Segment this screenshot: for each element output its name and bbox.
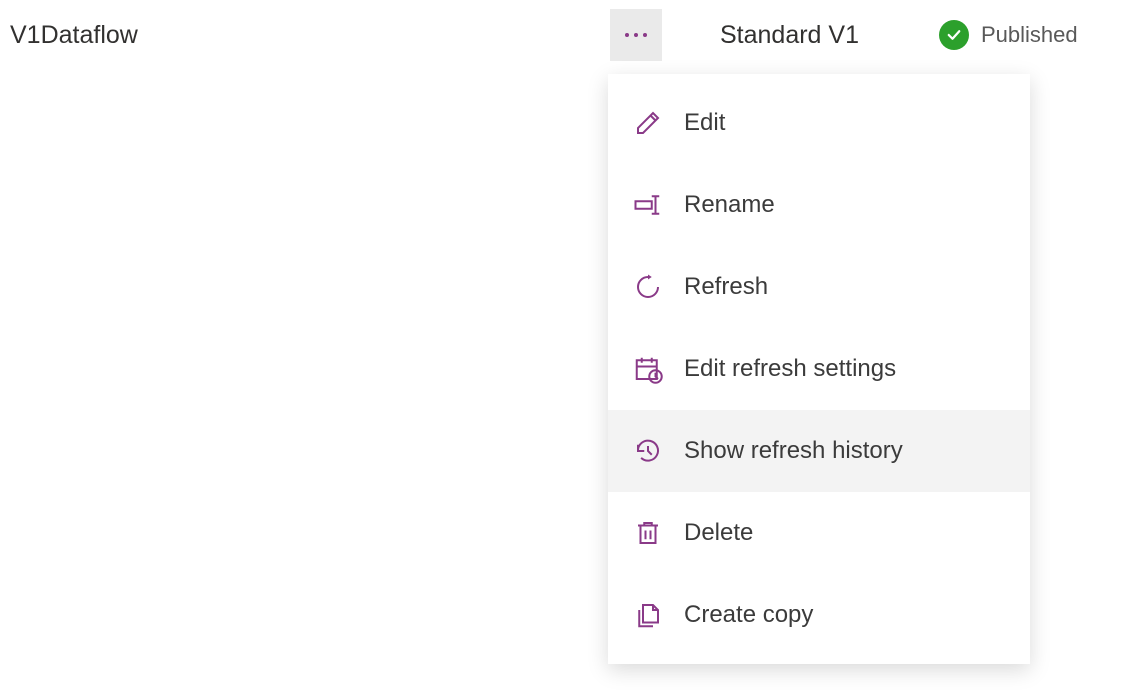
history-icon bbox=[632, 435, 664, 467]
refresh-icon bbox=[632, 271, 664, 303]
menu-item-show-refresh-history[interactable]: Show refresh history bbox=[608, 410, 1030, 492]
status-text: Published bbox=[981, 22, 1078, 48]
status-badge: Published bbox=[939, 20, 1078, 50]
copy-icon bbox=[632, 599, 664, 631]
menu-item-label: Delete bbox=[684, 519, 753, 547]
menu-item-create-copy[interactable]: Create copy bbox=[608, 574, 1030, 656]
delete-icon bbox=[632, 517, 664, 549]
menu-item-label: Rename bbox=[684, 191, 775, 219]
menu-item-label: Edit refresh settings bbox=[684, 355, 896, 383]
menu-item-delete[interactable]: Delete bbox=[608, 492, 1030, 574]
dataflow-type: Standard V1 bbox=[720, 21, 859, 50]
context-menu: Edit Rename Refresh Edit refresh setting… bbox=[608, 74, 1030, 664]
pencil-icon bbox=[632, 107, 664, 139]
checkmark-icon bbox=[939, 20, 969, 50]
menu-item-edit-refresh-settings[interactable]: Edit refresh settings bbox=[608, 328, 1030, 410]
ellipsis-icon bbox=[625, 33, 647, 37]
menu-item-rename[interactable]: Rename bbox=[608, 164, 1030, 246]
menu-item-label: Show refresh history bbox=[684, 437, 903, 465]
menu-item-label: Refresh bbox=[684, 273, 768, 301]
schedule-icon bbox=[632, 353, 664, 385]
menu-item-refresh[interactable]: Refresh bbox=[608, 246, 1030, 328]
dataflow-name[interactable]: V1Dataflow bbox=[10, 21, 610, 50]
rename-icon bbox=[632, 189, 664, 221]
menu-item-edit[interactable]: Edit bbox=[608, 82, 1030, 164]
dataflow-row: V1Dataflow Standard V1 Published bbox=[0, 0, 1140, 70]
more-options-button[interactable] bbox=[610, 9, 662, 61]
menu-item-label: Create copy bbox=[684, 601, 813, 629]
menu-item-label: Edit bbox=[684, 109, 725, 137]
